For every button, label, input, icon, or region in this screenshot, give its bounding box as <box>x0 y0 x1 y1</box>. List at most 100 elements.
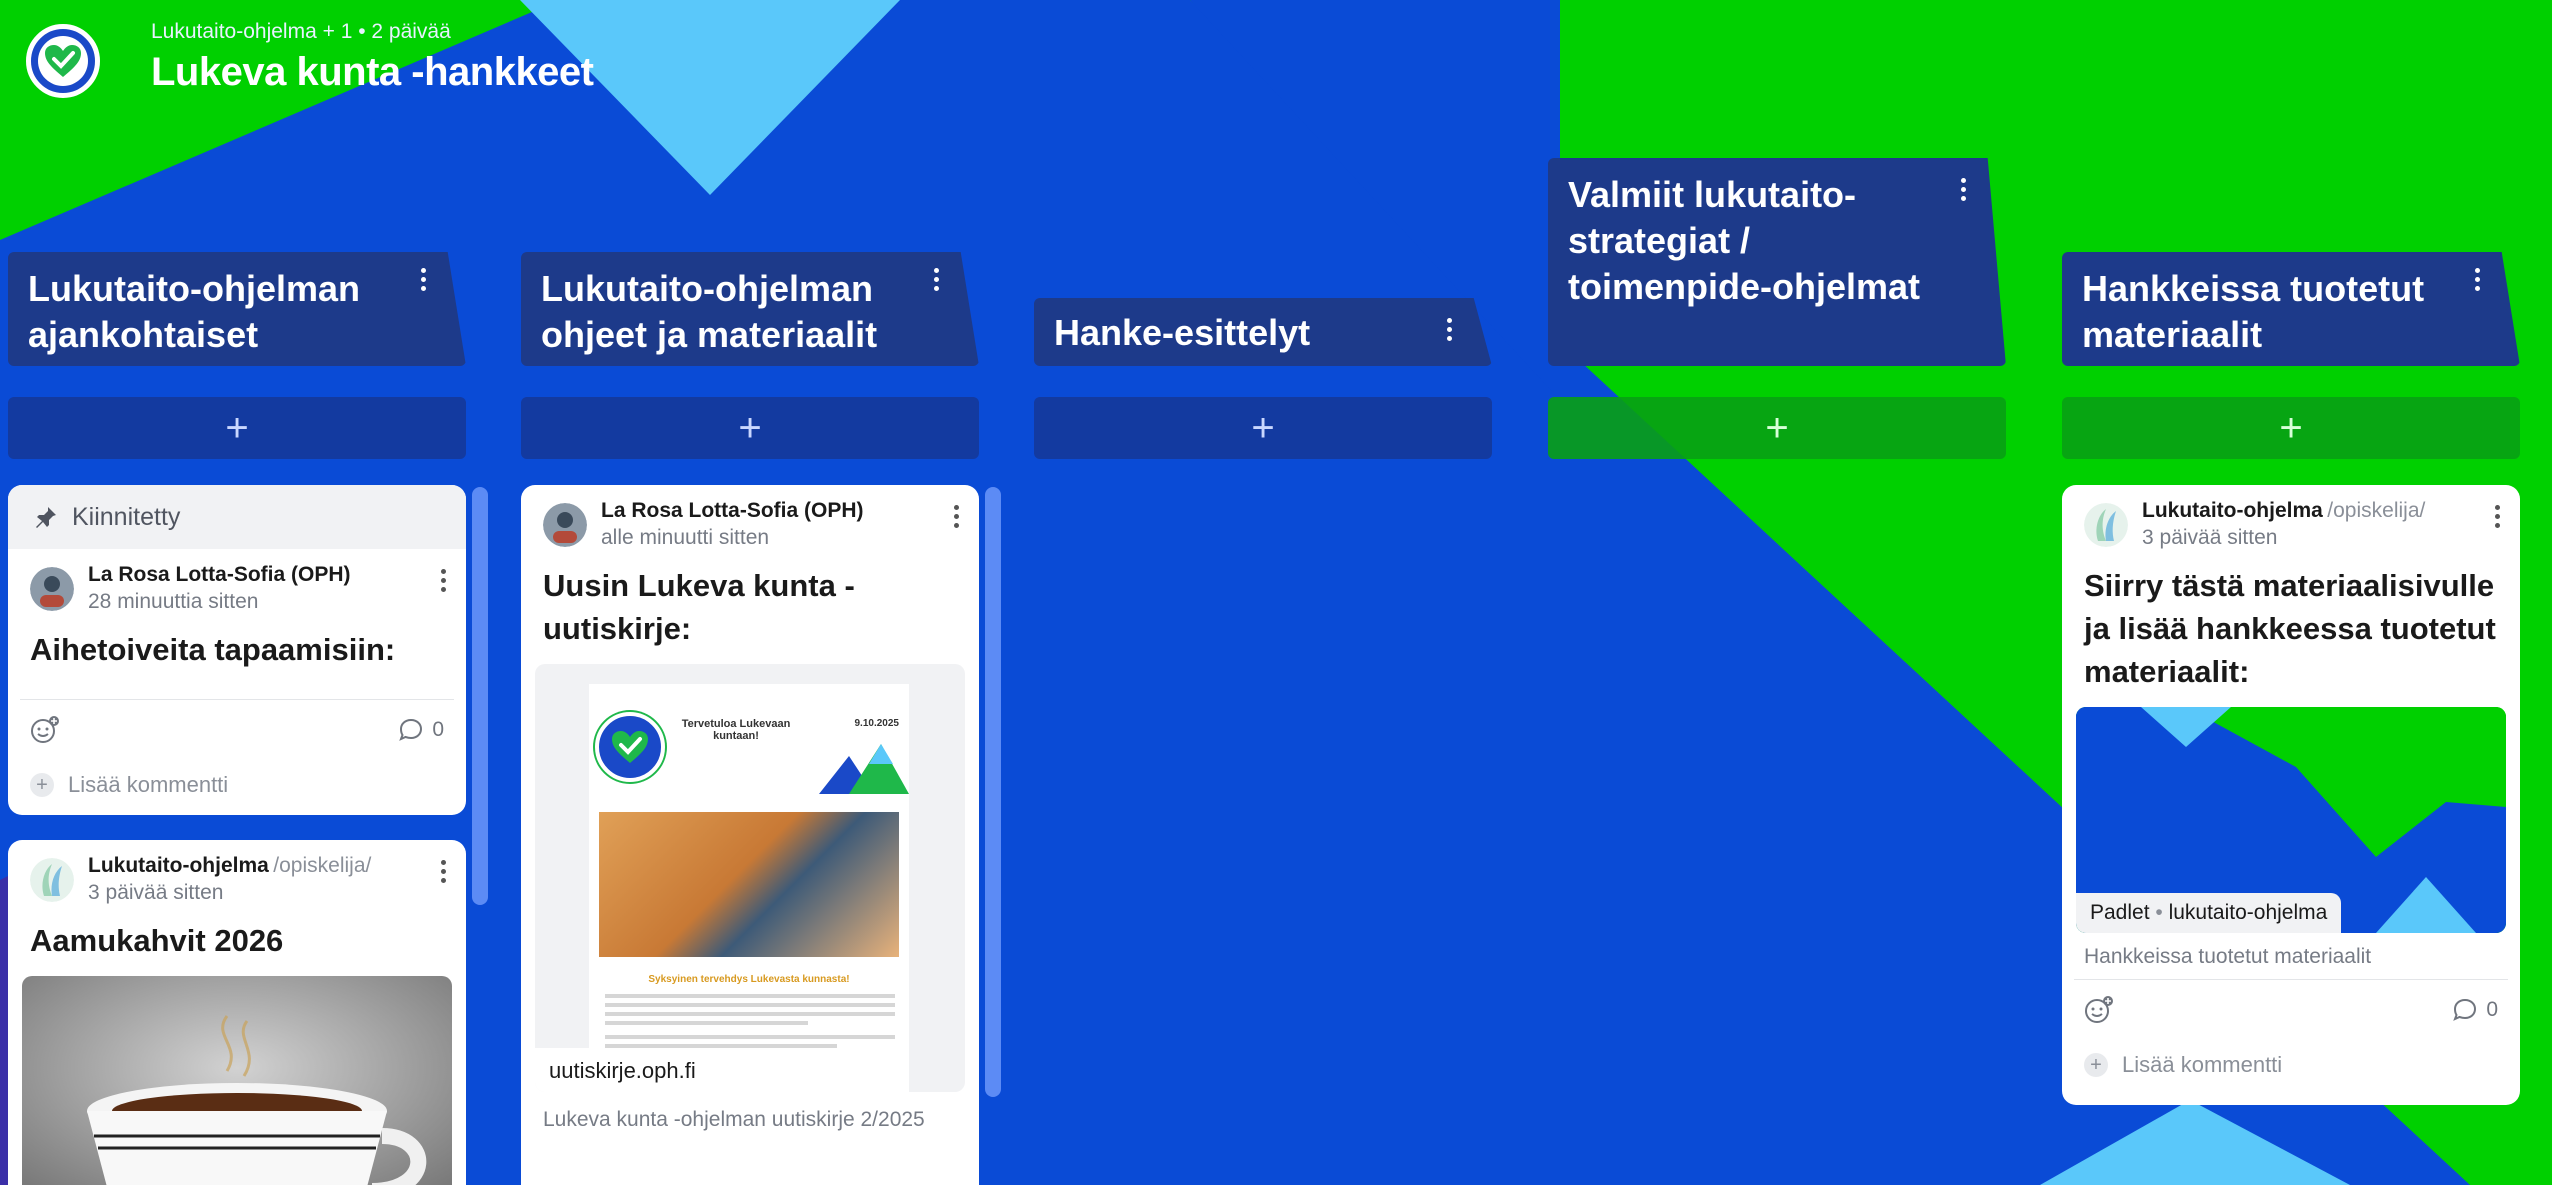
badge-source: Padlet <box>2090 901 2150 924</box>
coffee-image[interactable] <box>22 976 452 1185</box>
add-post-button[interactable]: + <box>2062 397 2520 459</box>
column-header[interactable]: Hanke-esittelyt <box>1034 298 1492 366</box>
add-post-label: + <box>1765 405 1789 450</box>
newsletter-card[interactable]: La Rosa Lotta-Sofia (OPH) alle minuutti … <box>521 485 979 1185</box>
add-post-label: + <box>738 405 762 450</box>
avatar[interactable] <box>30 858 74 902</box>
coffee-card[interactable]: Lukutaito-ohjelma /opiskelija/ 3 päivää … <box>8 840 466 1185</box>
board-header: Lukutaito-ohjelma + 1 • 2 päivää Lukeva … <box>0 0 2552 110</box>
comment-icon <box>2453 998 2477 1021</box>
column-title: Lukutaito-ohjelman ajankohtaiset <box>28 268 360 355</box>
author-path: /opiskelija/ <box>2327 499 2426 522</box>
avatar[interactable] <box>30 567 74 611</box>
logo-inner <box>38 36 88 86</box>
newsletter-logo <box>595 712 665 782</box>
author-path: /opiskelija/ <box>273 854 372 877</box>
post-author: La Rosa Lotta-Sofia (OPH) 28 minuuttia s… <box>8 563 466 614</box>
column-menu-icon[interactable] <box>1444 318 1454 341</box>
avatar-image <box>543 503 587 547</box>
comment-count[interactable]: 0 <box>398 717 444 743</box>
newsletter-date: 9.10.2025 <box>854 718 900 729</box>
comment-icon <box>399 718 423 741</box>
board-logo[interactable] <box>26 24 100 98</box>
comment-count-value: 0 <box>2486 997 2498 1021</box>
link-preview[interactable]: Padlet • lukutaito-ohjelma <box>2076 707 2506 933</box>
post-title: Aamukahvit 2026 <box>30 923 284 958</box>
link-description: Hankkeissa tuotetut materiaalit <box>2084 945 2372 968</box>
add-post-button[interactable]: + <box>1034 397 1492 459</box>
post-time: 3 päivää sitten <box>2142 526 2278 549</box>
post-menu-icon[interactable] <box>441 860 446 883</box>
column-header[interactable]: Hankkeissa tuotetut materiaalit <box>2062 252 2520 366</box>
post-title: Uusin Lukeva kunta -uutiskirje: <box>543 568 855 646</box>
add-comment-label: Lisää kommentti <box>68 772 229 797</box>
avatar[interactable] <box>543 503 587 547</box>
column-header[interactable]: Lukutaito-ohjelman ohjeet ja materiaalit <box>521 252 979 366</box>
add-post-button[interactable]: + <box>1548 397 2006 459</box>
column-header[interactable]: Lukutaito-ohjelman ajankohtaiset <box>8 252 466 366</box>
column-menu-icon[interactable] <box>931 268 941 291</box>
avatar-image <box>30 858 74 902</box>
post-footer: 0 <box>20 699 454 759</box>
add-post-button[interactable]: + <box>8 397 466 459</box>
author-name[interactable]: Lukutaito-ohjelma <box>2142 499 2323 522</box>
add-reaction-icon[interactable] <box>2084 995 2114 1025</box>
link-description: Lukeva kunta -ohjelman uutiskirje 2/2025 <box>543 1108 925 1131</box>
coffee-cup-image <box>22 976 452 1185</box>
column-title: Valmiit lukutaito-strategiat / toimenpid… <box>1568 174 1921 307</box>
board-title: Lukeva kunta -hankkeet <box>151 50 594 94</box>
column-menu-icon[interactable] <box>2472 268 2482 291</box>
source-badge: Padlet • lukutaito-ohjelma <box>2076 893 2342 933</box>
column-menu-icon[interactable] <box>1958 178 1968 201</box>
newsletter-body <box>605 994 895 1048</box>
post-time: alle minuutti sitten <box>601 526 770 549</box>
add-post-label: + <box>225 405 249 450</box>
pinned-banner: Kiinnitetty <box>8 485 466 549</box>
avatar-image <box>2084 503 2128 547</box>
post-author: Lukutaito-ohjelma /opiskelija/ 3 päivää … <box>8 854 466 905</box>
add-post-label: + <box>2279 405 2303 450</box>
post-menu-icon[interactable] <box>954 505 959 528</box>
newsletter-subheading: Syksyinen tervehdys Lukevasta kunnasta! <box>648 974 850 985</box>
post-title: Aihetoiveita tapaamisiin: <box>30 632 396 667</box>
pinned-card[interactable]: Kiinnitetty La Rosa Lotta-Sofia (OPH) 28… <box>8 485 466 815</box>
post-footer: 0 <box>2074 979 2508 1039</box>
avatar-image <box>30 567 74 611</box>
newsletter-photo <box>599 812 899 957</box>
add-post-button[interactable]: + <box>521 397 979 459</box>
add-comment-field[interactable]: + Lisää kommentti <box>8 759 466 811</box>
post-time: 28 minuuttia sitten <box>88 590 259 613</box>
mountains-graphic <box>819 744 909 794</box>
post-author: Lukutaito-ohjelma /opiskelija/ 3 päivää … <box>2062 499 2520 550</box>
column-title: Hanke-esittelyt <box>1054 312 1311 353</box>
column-title: Hankkeissa tuotetut materiaalit <box>2082 268 2425 355</box>
post-menu-icon[interactable] <box>441 569 446 592</box>
post-author: La Rosa Lotta-Sofia (OPH) alle minuutti … <box>521 499 979 550</box>
post-menu-icon[interactable] <box>2495 505 2500 528</box>
author-name[interactable]: La Rosa Lotta-Sofia (OPH) <box>601 499 864 523</box>
post-title: Siirry tästä materiaalisivulle ja lisää … <box>2084 568 2496 689</box>
avatar[interactable] <box>2084 503 2128 547</box>
column-scrollbar[interactable] <box>472 487 488 905</box>
link-preview[interactable]: Tervetuloa Lukevaan kuntaan! 9.10.2025 S… <box>535 664 965 1092</box>
column-menu-icon[interactable] <box>418 268 428 291</box>
heart-check-icon <box>45 45 81 77</box>
plus-icon: + <box>2084 1053 2108 1077</box>
author-name[interactable]: La Rosa Lotta-Sofia (OPH) <box>88 563 351 587</box>
comment-count[interactable]: 0 <box>2452 997 2498 1023</box>
board-subtitle: Lukutaito-ohjelma + 1 • 2 päivää <box>151 20 451 43</box>
column-scrollbar[interactable] <box>985 487 1001 1097</box>
author-name[interactable]: Lukutaito-ohjelma <box>88 854 269 877</box>
plus-icon: + <box>30 773 54 797</box>
pin-icon <box>36 507 56 528</box>
badge-name: lukutaito-ohjelma <box>2168 901 2328 924</box>
post-time: 3 päivää sitten <box>88 881 224 904</box>
materials-card[interactable]: Lukutaito-ohjelma /opiskelija/ 3 päivää … <box>2062 485 2520 1105</box>
link-domain: uutiskirje.oph.fi <box>535 1048 710 1092</box>
pinned-label: Kiinnitetty <box>72 502 181 531</box>
add-reaction-icon[interactable] <box>30 715 60 745</box>
add-comment-label: Lisää kommentti <box>2122 1052 2283 1077</box>
column-title: Lukutaito-ohjelman ohjeet ja materiaalit <box>541 268 878 355</box>
column-header[interactable]: Valmiit lukutaito-strategiat / toimenpid… <box>1548 158 2006 366</box>
add-comment-field[interactable]: + Lisää kommentti <box>2062 1039 2520 1091</box>
